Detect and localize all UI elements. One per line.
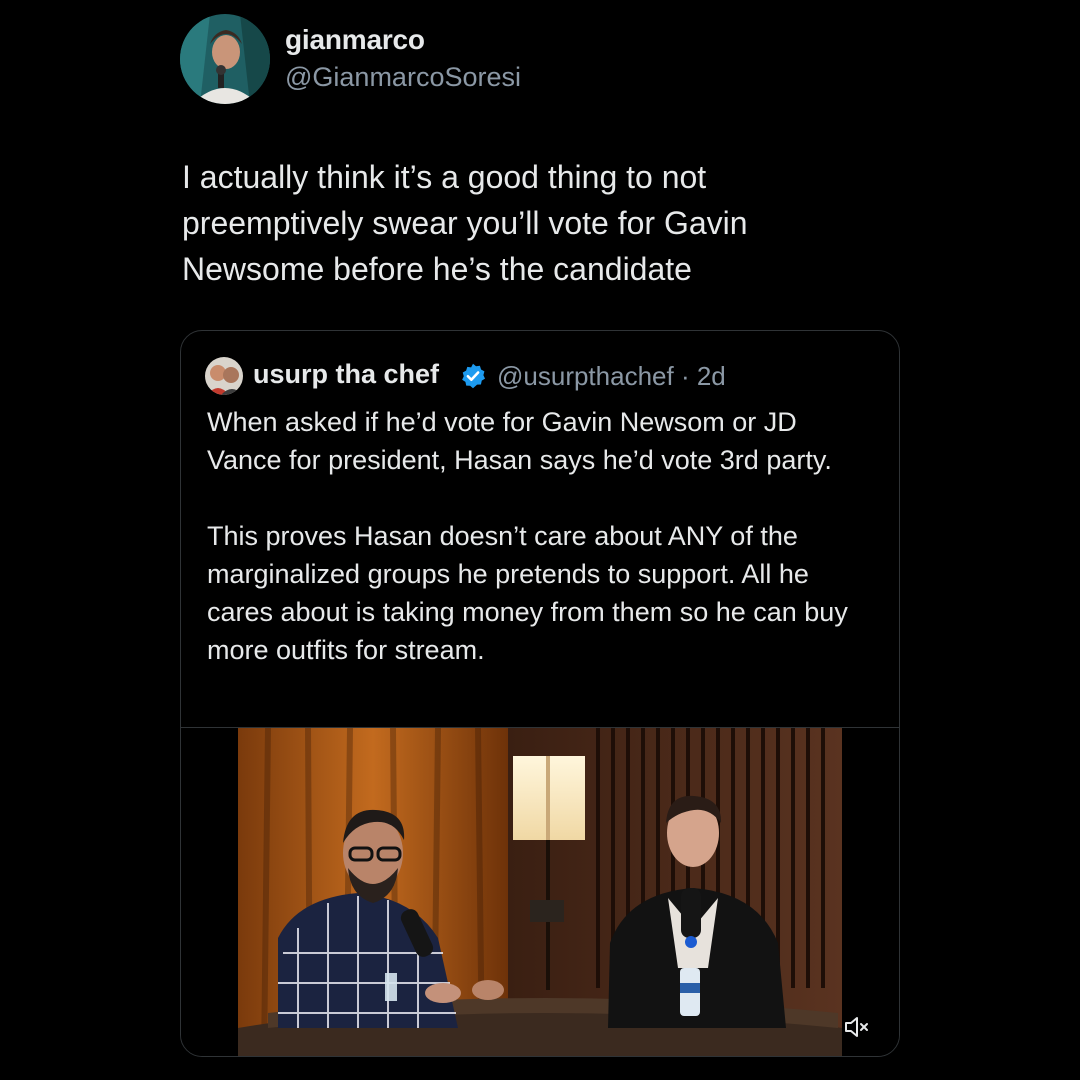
quoted-tweet-video[interactable] (181, 727, 899, 1056)
main-tweet: gianmarco @GianmarcoSoresi I actually th… (180, 14, 900, 287)
avatar-image (180, 14, 270, 104)
quoted-tweet-header: usurp tha chef @usurpthachef · 2d (205, 355, 885, 395)
quoted-tweet-text: When asked if he’d vote for Gavin Newsom… (207, 403, 877, 669)
video-still-image (238, 728, 842, 1056)
tweet-author: gianmarco @GianmarcoSoresi (180, 14, 900, 104)
muted-speaker-icon[interactable] (843, 1015, 871, 1039)
quoted-author-avatar[interactable] (205, 357, 243, 395)
quoted-tweet-paragraph-1: When asked if he’d vote for Gavin Newsom… (207, 407, 832, 475)
quoted-tweet-paragraph-2: This proves Hasan doesn’t care about ANY… (207, 521, 848, 665)
quoted-avatar-image (205, 357, 243, 395)
quoted-tweet-card[interactable]: usurp tha chef @usurpthachef · 2d When a… (180, 330, 900, 1057)
quoted-author-handle-and-time[interactable]: @usurpthachef · 2d (497, 361, 726, 392)
tweet-text: I actually think it’s a good thing to no… (182, 159, 748, 287)
author-display-name[interactable]: gianmarco (285, 24, 425, 56)
author-avatar[interactable] (180, 14, 270, 104)
verified-badge-icon (462, 363, 486, 389)
quoted-author-display-name[interactable]: usurp tha chef (253, 359, 439, 390)
author-handle[interactable]: @GianmarcoSoresi (285, 62, 521, 93)
video-frame[interactable] (238, 728, 842, 1056)
